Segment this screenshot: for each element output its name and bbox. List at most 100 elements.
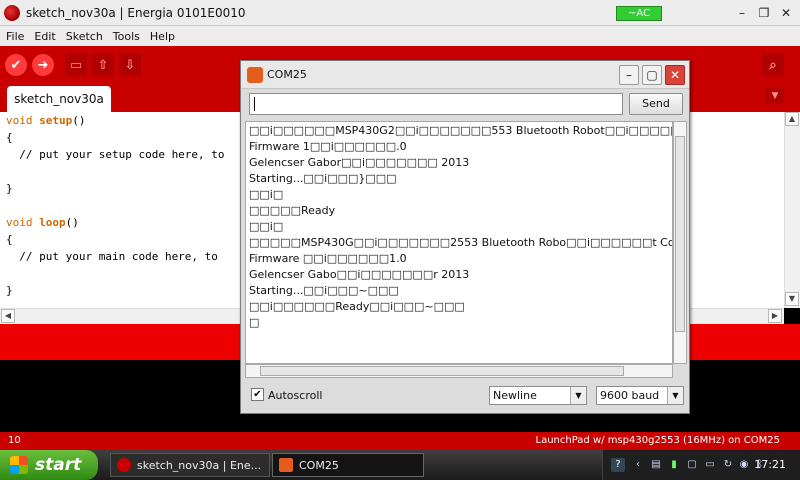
- energia-app-icon: [117, 458, 131, 472]
- serial-output-line: □□i□□□□□□MSP430G2□□i□□□□□□□553 Bluetooth…: [249, 124, 673, 137]
- code-comment: // put your main code here, to: [6, 250, 218, 263]
- volume-icon[interactable]: ◉: [737, 458, 751, 472]
- save-sketch-button[interactable]: ⇩: [119, 54, 141, 76]
- windows-flag-icon: [10, 456, 28, 474]
- scroll-right-icon[interactable]: ▶: [768, 309, 782, 323]
- serial-monitor-titlebar[interactable]: COM25 – ▢ ✕: [241, 61, 689, 89]
- serial-output-line: Starting...□□i□□□}□□□: [249, 172, 397, 185]
- serial-footer: ✔ Autoscroll Newline ▼ 9600 baud ▼: [245, 383, 685, 409]
- magnifier-icon: ⌕: [769, 57, 777, 73]
- clock: 17:21: [754, 458, 786, 471]
- serial-output-line: □□i□□□□□□Ready□□i□□□~□□□: [249, 300, 465, 313]
- board-port-status: LaunchPad w/ msp430g2553 (16MHz) on COM2…: [535, 435, 780, 446]
- battery-icon[interactable]: ▭: [703, 458, 717, 472]
- code-keyword: void: [6, 114, 33, 127]
- scroll-up-icon[interactable]: ▲: [785, 112, 799, 126]
- scroll-left-icon[interactable]: ◀: [1, 309, 15, 323]
- serial-send-input[interactable]: [249, 93, 623, 115]
- serial-output-line: Starting...□□i□□□~□□□: [249, 284, 399, 297]
- sync-icon[interactable]: ↻: [721, 458, 735, 472]
- main-window-titlebar[interactable]: sketch_nov30a | Energia 0101E0010 ~AC – …: [0, 0, 800, 26]
- close-button[interactable]: ✕: [776, 4, 796, 22]
- menu-tools[interactable]: Tools: [108, 30, 145, 43]
- arrow-down-icon: ⇩: [124, 57, 136, 73]
- code-line: void setup(): [6, 114, 86, 127]
- java-app-icon: [279, 458, 293, 472]
- serial-monitor-window: COM25 – ▢ ✕ Send □□i□□□□□□MSP430G2□□i□□□…: [240, 60, 690, 414]
- scrollbar-thumb[interactable]: [675, 136, 685, 332]
- autoscroll-checkbox[interactable]: ✔: [251, 388, 264, 401]
- start-label: start: [35, 455, 82, 475]
- taskbar-item-energia[interactable]: sketch_nov30a | Ene...: [110, 453, 270, 477]
- scroll-down-icon[interactable]: ▼: [785, 292, 799, 306]
- menu-sketch[interactable]: Sketch: [61, 30, 108, 43]
- code-function: setup: [39, 114, 73, 127]
- java-app-icon: [247, 67, 263, 83]
- taskbar-item-label: COM25: [299, 458, 339, 472]
- editor-vertical-scrollbar[interactable]: ▲ ▼: [784, 112, 800, 308]
- chevron-down-icon: ▼: [570, 387, 586, 404]
- code-function: loop: [39, 216, 66, 229]
- chevron-down-icon: ▼: [667, 387, 683, 404]
- restore-button[interactable]: ❐: [754, 4, 774, 22]
- code-keyword: void: [6, 216, 33, 229]
- menu-edit[interactable]: Edit: [29, 30, 60, 43]
- serial-monitor-title: COM25: [267, 68, 307, 81]
- serial-output-line: Gelencser Gabo□□i□□□□□□□r 2013: [249, 268, 470, 281]
- display-icon[interactable]: ▢: [685, 458, 699, 472]
- power-status-badge: ~AC: [616, 6, 662, 21]
- serial-output-line: □: [249, 316, 260, 329]
- line-ending-select[interactable]: Newline ▼: [489, 386, 587, 405]
- taskbar: start sketch_nov30a | Ene... COM25 ? ‹ ▤…: [0, 450, 800, 480]
- new-sketch-button[interactable]: ▭: [65, 54, 87, 76]
- upload-button[interactable]: ➜: [32, 54, 54, 76]
- serial-output-line: □□i□: [249, 188, 284, 201]
- network-icon[interactable]: ▤: [649, 458, 663, 472]
- menu-file[interactable]: File: [0, 30, 29, 43]
- page-icon: ▭: [69, 57, 83, 73]
- send-button[interactable]: Send: [629, 93, 683, 115]
- code-line: }: [6, 182, 13, 195]
- serial-minimize-button[interactable]: –: [619, 65, 639, 85]
- tab-menu-button[interactable]: ▼: [766, 88, 784, 104]
- desktop-screen: sketch_nov30a | Energia 0101E0010 ~AC – …: [0, 0, 800, 480]
- line-ending-value: Newline: [493, 389, 537, 402]
- main-window-title: sketch_nov30a | Energia 0101E0010: [26, 5, 246, 20]
- autoscroll-label: Autoscroll: [268, 389, 323, 402]
- text-caret: [254, 97, 255, 111]
- serial-output-line: Firmware 1□□i□□□□□□.0: [249, 140, 407, 153]
- status-bar: 10 LaunchPad w/ msp430g2553 (16MHz) on C…: [0, 432, 800, 450]
- serial-output-line: Gelencser Gabor□□i□□□□□□□ 2013: [249, 156, 470, 169]
- serial-maximize-button[interactable]: ▢: [642, 65, 662, 85]
- serial-output-line: □□□□□Ready: [249, 204, 336, 217]
- menu-bar: File Edit Sketch Tools Help: [0, 26, 800, 46]
- minimize-button[interactable]: –: [732, 4, 752, 22]
- serial-output-line: Firmware □□i□□□□□□1.0: [249, 252, 407, 265]
- tab-sketch[interactable]: sketch_nov30a: [7, 86, 111, 112]
- code-line: }: [6, 284, 13, 297]
- check-icon: ✔: [10, 57, 22, 73]
- taskbar-item-com25[interactable]: COM25: [272, 453, 424, 477]
- line-number: 10: [8, 435, 21, 446]
- energia-app-icon: [4, 4, 20, 21]
- scrollbar-thumb[interactable]: [260, 366, 624, 376]
- code-comment: // put your setup code here, to: [6, 148, 225, 161]
- code-line: {: [6, 131, 13, 144]
- verify-button[interactable]: ✔: [5, 54, 27, 76]
- serial-horizontal-scrollbar[interactable]: [245, 364, 673, 378]
- serial-monitor-button[interactable]: ⌕: [762, 54, 784, 76]
- signal-icon[interactable]: ▮: [667, 458, 681, 472]
- menu-help[interactable]: Help: [145, 30, 180, 43]
- code-line: void loop(): [6, 216, 79, 229]
- tray-collapse-icon[interactable]: ‹: [631, 458, 645, 472]
- code-line: {: [6, 233, 13, 246]
- serial-vertical-scrollbar[interactable]: [673, 121, 687, 364]
- serial-output-area[interactable]: □□i□□□□□□MSP430G2□□i□□□□□□□553 Bluetooth…: [245, 121, 673, 364]
- arrow-up-icon: ⇧: [97, 57, 109, 73]
- serial-output-line: □□i□: [249, 220, 284, 233]
- serial-close-button[interactable]: ✕: [665, 65, 685, 85]
- help-icon[interactable]: ?: [611, 458, 625, 472]
- start-button[interactable]: start: [0, 450, 98, 480]
- baud-rate-select[interactable]: 9600 baud ▼: [596, 386, 684, 405]
- open-sketch-button[interactable]: ⇧: [92, 54, 114, 76]
